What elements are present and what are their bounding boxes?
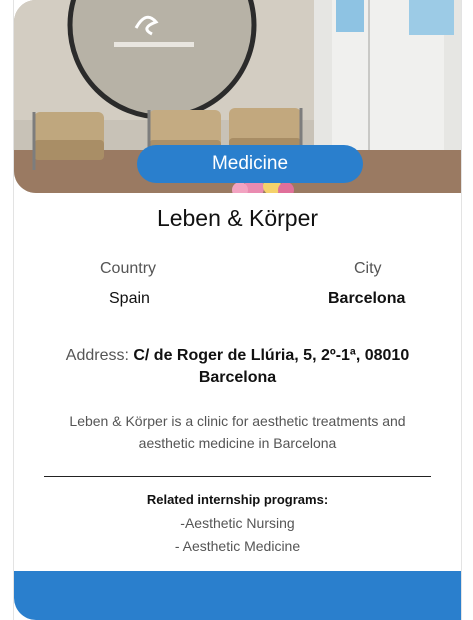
address-label: Address: xyxy=(65,347,129,364)
clinic-description: Leben & Körper is a clinic for aesthetic… xyxy=(69,413,406,451)
address-value: C/ de Roger de Llúria, 5, 2º-1ª, 08010 B… xyxy=(133,347,410,386)
country-value: Spain xyxy=(109,290,150,307)
clinic-card[interactable]: Medicine Leben & Körper Country Spain Ci… xyxy=(13,0,462,620)
address: Address: C/ de Roger de Llúria, 5, 2º-1ª… xyxy=(54,345,421,389)
city-label: City xyxy=(354,260,382,277)
related-programs-title: Related internship programs: xyxy=(146,492,329,507)
city-value: Barcelona xyxy=(328,290,406,307)
category-badge[interactable]: Medicine xyxy=(137,145,363,183)
related-program-item[interactable]: - Aesthetic Medicine xyxy=(14,538,461,554)
clinic-name: Leben & Körper xyxy=(156,205,319,231)
divider xyxy=(44,476,431,477)
related-program-item[interactable]: -Aesthetic Nursing xyxy=(14,515,461,531)
country-label: Country xyxy=(100,260,157,277)
card-footer-bar[interactable] xyxy=(14,571,461,620)
